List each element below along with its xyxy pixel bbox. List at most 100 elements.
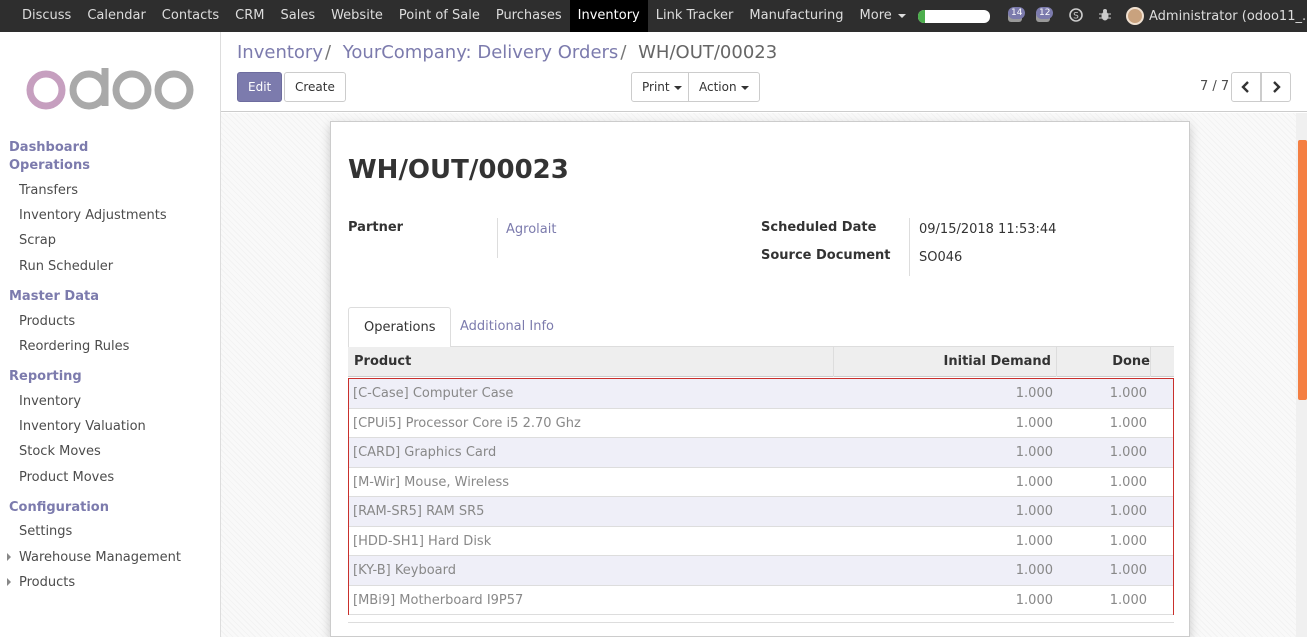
scrollbar-thumb[interactable]	[1298, 140, 1307, 400]
sidebar-item-run-scheduler[interactable]: Run Scheduler	[19, 259, 113, 274]
menu-more[interactable]: More	[852, 0, 914, 32]
sidebar-item-stock-moves[interactable]: Stock Moves	[19, 444, 101, 459]
menu-inventory[interactable]: Inventory	[569, 0, 648, 32]
column-initial-demand[interactable]: Initial Demand	[944, 347, 1051, 377]
control-panel: Inventory / YourCompany: Delivery Orders /…	[221, 32, 1307, 112]
caret-down-icon	[897, 13, 906, 18]
initial-demand-cell: 1.000	[1015, 474, 1053, 490]
activities-count-badge: 12	[1036, 7, 1054, 19]
table-row[interactable]: [RAM-SR5] RAM SR5 1.000 1.000	[349, 497, 1173, 527]
scheduled-date-value: 09/15/2018 11:53:44	[919, 222, 1057, 237]
product-cell: [M-Wir] Mouse, Wireless	[353, 474, 510, 490]
caret-down-icon	[740, 85, 749, 90]
record-title: WH/OUT/00023	[348, 155, 569, 185]
breadcrumb-current: WH/OUT/00023	[638, 42, 778, 63]
sidebar-item-inventory-report[interactable]: Inventory	[19, 394, 81, 409]
bug-icon[interactable]	[1098, 8, 1112, 22]
divider	[497, 218, 498, 258]
column-product[interactable]: Product	[354, 347, 411, 377]
menu-discuss[interactable]: Discuss	[14, 0, 79, 32]
sidebar-item-transfers[interactable]: Transfers	[19, 183, 78, 198]
product-cell: [CPUi5] Processor Core i5 2.70 Ghz	[353, 415, 581, 431]
done-cell: 1.000	[1109, 445, 1147, 460]
section-dashboard[interactable]: Dashboard	[9, 140, 88, 155]
menu-crm[interactable]: CRM	[227, 0, 272, 32]
divider	[909, 218, 910, 276]
menu-calendar[interactable]: Calendar	[79, 0, 153, 32]
partner-value[interactable]: Agrolait	[506, 222, 556, 237]
breadcrumb: Inventory / YourCompany: Delivery Orders /…	[237, 42, 778, 63]
section-master-data[interactable]: Master Data	[9, 289, 99, 304]
menu-link-tracker[interactable]: Link Tracker	[648, 0, 742, 32]
initial-demand-cell: 1.000	[1015, 533, 1053, 549]
messaging-menu[interactable]: 14	[1008, 7, 1026, 23]
odoo-logo[interactable]: odoo	[26, 66, 196, 110]
product-cell: [HDD-SH1] Hard Disk	[353, 533, 492, 549]
initial-demand-cell: 1.000	[1015, 445, 1053, 460]
product-cell: [RAM-SR5] RAM SR5	[353, 504, 485, 519]
sidebar-item-reordering-rules[interactable]: Reordering Rules	[19, 339, 129, 354]
menu-contacts[interactable]: Contacts	[154, 0, 227, 32]
done-cell: 1.000	[1109, 592, 1147, 608]
column-divider	[1056, 347, 1057, 377]
top-navbar: Discuss Calendar Contacts CRM Sales Webs…	[0, 0, 1307, 32]
table-row[interactable]: [C-Case] Computer Case 1.000 1.000	[349, 379, 1173, 409]
table-row[interactable]: [M-Wir] Mouse, Wireless 1.000 1.000	[349, 468, 1173, 497]
done-cell: 1.000	[1109, 415, 1147, 431]
done-cell: 1.000	[1109, 504, 1147, 519]
initial-demand-cell: 1.000	[1015, 563, 1053, 578]
form-sheet: WH/OUT/00023 Partner Agrolait Scheduled …	[330, 121, 1190, 637]
onboarding-progress-bar[interactable]	[918, 10, 990, 23]
breadcrumb-delivery-orders[interactable]: YourCompany: Delivery Orders	[343, 42, 619, 63]
caret-down-icon	[673, 85, 682, 90]
menu-website[interactable]: Website	[323, 0, 391, 32]
sidebar-item-inventory-valuation[interactable]: Inventory Valuation	[19, 419, 146, 434]
tab-operations[interactable]: Operations	[348, 307, 452, 348]
source-document-value: SO046	[919, 250, 963, 265]
product-cell: [KY-B] Keyboard	[353, 563, 456, 578]
section-operations[interactable]: Operations	[9, 158, 90, 173]
section-configuration[interactable]: Configuration	[9, 500, 109, 515]
notebook-tabs: Operations Additional Info	[348, 307, 1174, 348]
edit-button[interactable]: Edit	[237, 72, 283, 102]
pager-next-button[interactable]	[1261, 72, 1291, 102]
table-row[interactable]: [KY-B] Keyboard 1.000 1.000	[349, 556, 1173, 586]
menu-point-of-sale[interactable]: Point of Sale	[391, 0, 488, 32]
column-done[interactable]: Done	[1112, 347, 1150, 377]
svg-text:S: S	[1073, 12, 1079, 22]
menu-manufacturing[interactable]: Manufacturing	[741, 0, 851, 32]
table-row[interactable]: [HDD-SH1] Hard Disk 1.000 1.000	[349, 527, 1173, 556]
sidebar-item-product-moves[interactable]: Product Moves	[19, 470, 114, 485]
menu-purchases[interactable]: Purchases	[488, 0, 570, 32]
expand-arrow-icon[interactable]	[7, 578, 11, 586]
sidebar: odoo Dashboard Operations Transfers Inve…	[0, 32, 221, 637]
create-button[interactable]: Create	[284, 72, 346, 102]
done-cell: 1.000	[1109, 386, 1147, 401]
column-divider	[1150, 347, 1151, 377]
source-document-label: Source Document	[761, 248, 891, 263]
table-row[interactable]: [MBi9] Motherboard I9P57 1.000 1.000	[349, 586, 1173, 615]
breadcrumb-inventory[interactable]: Inventory	[237, 42, 323, 63]
expand-arrow-icon[interactable]	[7, 553, 11, 561]
section-reporting[interactable]: Reporting	[9, 369, 82, 384]
done-cell: 1.000	[1109, 563, 1147, 578]
sidebar-item-settings[interactable]: Settings	[19, 524, 72, 539]
menu-sales[interactable]: Sales	[272, 0, 323, 32]
initial-demand-cell: 1.000	[1015, 415, 1053, 431]
table-row[interactable]: [CPUi5] Processor Core i5 2.70 Ghz 1.000 1…	[349, 409, 1173, 438]
sidebar-item-warehouse-management[interactable]: Warehouse Management	[19, 550, 181, 565]
print-button[interactable]: Print	[631, 72, 693, 102]
tab-additional-info[interactable]: Additional Info	[445, 307, 569, 348]
pager-previous-button[interactable]	[1231, 72, 1261, 102]
action-button[interactable]: Action	[688, 72, 760, 102]
user-name: Administrator (odoo11_...	[1149, 8, 1307, 24]
sidebar-item-scrap[interactable]: Scrap	[19, 233, 56, 248]
done-cell: 1.000	[1109, 533, 1147, 549]
sidebar-item-config-products[interactable]: Products	[19, 575, 75, 590]
sidebar-item-products[interactable]: Products	[19, 314, 75, 329]
skype-icon[interactable]: S	[1069, 8, 1083, 22]
sidebar-item-inventory-adjustments[interactable]: Inventory Adjustments	[19, 208, 167, 223]
activity-menu[interactable]: 12	[1036, 7, 1054, 23]
table-row[interactable]: [CARD] Graphics Card 1.000 1.000	[349, 438, 1173, 468]
user-menu[interactable]: Administrator (odoo11_...	[1126, 0, 1307, 32]
